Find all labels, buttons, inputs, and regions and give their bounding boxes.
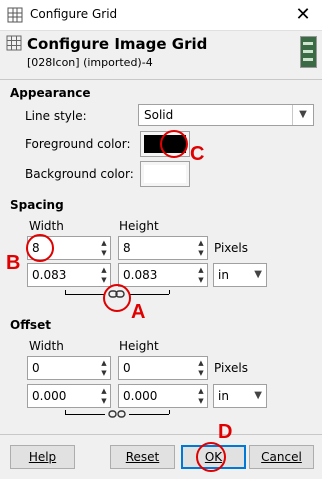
grid-app-icon <box>7 7 23 23</box>
button-separator <box>0 434 322 435</box>
help-button-label: Help <box>28 450 57 464</box>
line-style-label: Line style: <box>25 109 87 123</box>
line-style-value: Solid <box>144 108 174 122</box>
spacing-height-label: Height <box>119 219 159 233</box>
spacing-width-inch-input[interactable]: 0.083 ▲ ▼ <box>27 263 111 287</box>
annotation-label-c: C <box>190 143 205 165</box>
spinner-arrows[interactable]: ▲ ▼ <box>98 357 110 379</box>
spacing-height-pixels-value: 8 <box>123 241 131 255</box>
background-color-swatch <box>144 165 186 183</box>
chain-bracket-line <box>65 414 105 415</box>
foreground-color-label: Foreground color: <box>25 137 131 151</box>
annotation-circle-b <box>26 234 54 262</box>
spinner-arrows[interactable]: ▲ ▼ <box>195 357 207 379</box>
offset-width-pixels-value: 0 <box>32 361 40 375</box>
close-icon[interactable]: ✕ <box>290 2 316 28</box>
offset-width-inch-input[interactable]: 0.000 ▲ ▼ <box>27 384 111 408</box>
background-color-label: Background color: <box>25 167 134 181</box>
chevron-down-icon: ▼ <box>254 390 262 401</box>
spacing-pixels-unit-label: Pixels <box>214 241 249 255</box>
spinner-arrows[interactable]: ▲ ▼ <box>98 264 110 286</box>
offset-height-inch-input[interactable]: 0.000 ▲ ▼ <box>118 384 208 408</box>
reset-button-label: Reset <box>125 450 160 464</box>
spacing-width-label: Width <box>29 219 64 233</box>
spacing-height-inch-input[interactable]: 0.083 ▲ ▼ <box>118 263 208 287</box>
offset-height-label: Height <box>119 339 159 353</box>
spacing-unit-select[interactable]: in ▼ <box>213 263 267 287</box>
offset-unit-select[interactable]: in ▼ <box>213 384 267 408</box>
chain-unlinked-icon[interactable] <box>108 409 126 420</box>
window-title: Configure Grid <box>30 7 118 21</box>
chain-bracket-right <box>169 410 170 414</box>
image-name: [028Icon] (imported)-4 <box>27 56 153 69</box>
spacing-unit-value: in <box>218 268 229 282</box>
annotation-circle-c <box>160 130 188 158</box>
reset-button[interactable]: Reset <box>110 445 175 469</box>
chain-bracket-line <box>129 414 169 415</box>
chain-bracket-line <box>65 294 105 295</box>
line-style-select[interactable]: Solid ▼ <box>138 104 314 126</box>
spacing-height-pixels-input[interactable]: 8 ▲ ▼ <box>118 236 208 260</box>
cancel-button-label: Cancel <box>261 450 302 464</box>
annotation-circle-d <box>196 442 226 472</box>
offset-width-inch-value: 0.000 <box>32 389 67 403</box>
dialog-heading: Configure Image Grid <box>27 35 208 53</box>
title-bar: Configure Grid ✕ <box>0 0 322 31</box>
offset-pixels-unit-label: Pixels <box>214 361 249 375</box>
annotation-label-d: D <box>218 421 233 443</box>
chevron-down-icon: ▼ <box>254 269 262 280</box>
annotation-circle-a <box>103 284 131 312</box>
spinner-arrows[interactable]: ▲ ▼ <box>195 237 207 259</box>
offset-height-inch-value: 0.000 <box>123 389 158 403</box>
spinner-arrows[interactable]: ▲ ▼ <box>98 237 110 259</box>
annotation-label-a: A <box>131 301 146 323</box>
chain-bracket-line <box>129 294 169 295</box>
spacing-section-title: Spacing <box>10 198 64 212</box>
offset-height-pixels-input[interactable]: 0 ▲ ▼ <box>118 356 208 380</box>
spinner-arrows[interactable]: ▲ ▼ <box>195 385 207 407</box>
help-button[interactable]: Help <box>10 445 75 469</box>
spinner-arrows[interactable]: ▲ ▼ <box>195 264 207 286</box>
chain-bracket-right <box>169 290 170 294</box>
image-preview-thumbnail <box>300 36 317 68</box>
annotation-label-b: B <box>6 252 21 274</box>
offset-width-label: Width <box>29 339 64 353</box>
header-separator <box>0 79 322 80</box>
spacing-width-inch-value: 0.083 <box>32 268 67 282</box>
appearance-section-title: Appearance <box>10 86 91 100</box>
spinner-arrows[interactable]: ▲ ▼ <box>98 385 110 407</box>
grid-icon <box>6 35 22 51</box>
background-color-button[interactable] <box>140 161 190 187</box>
offset-unit-value: in <box>218 389 229 403</box>
chevron-down-icon: ▼ <box>292 105 313 125</box>
spacing-height-inch-value: 0.083 <box>123 268 158 282</box>
offset-section-title: Offset <box>10 318 51 332</box>
cancel-button[interactable]: Cancel <box>249 445 314 469</box>
offset-height-pixels-value: 0 <box>123 361 131 375</box>
offset-width-pixels-input[interactable]: 0 ▲ ▼ <box>27 356 111 380</box>
